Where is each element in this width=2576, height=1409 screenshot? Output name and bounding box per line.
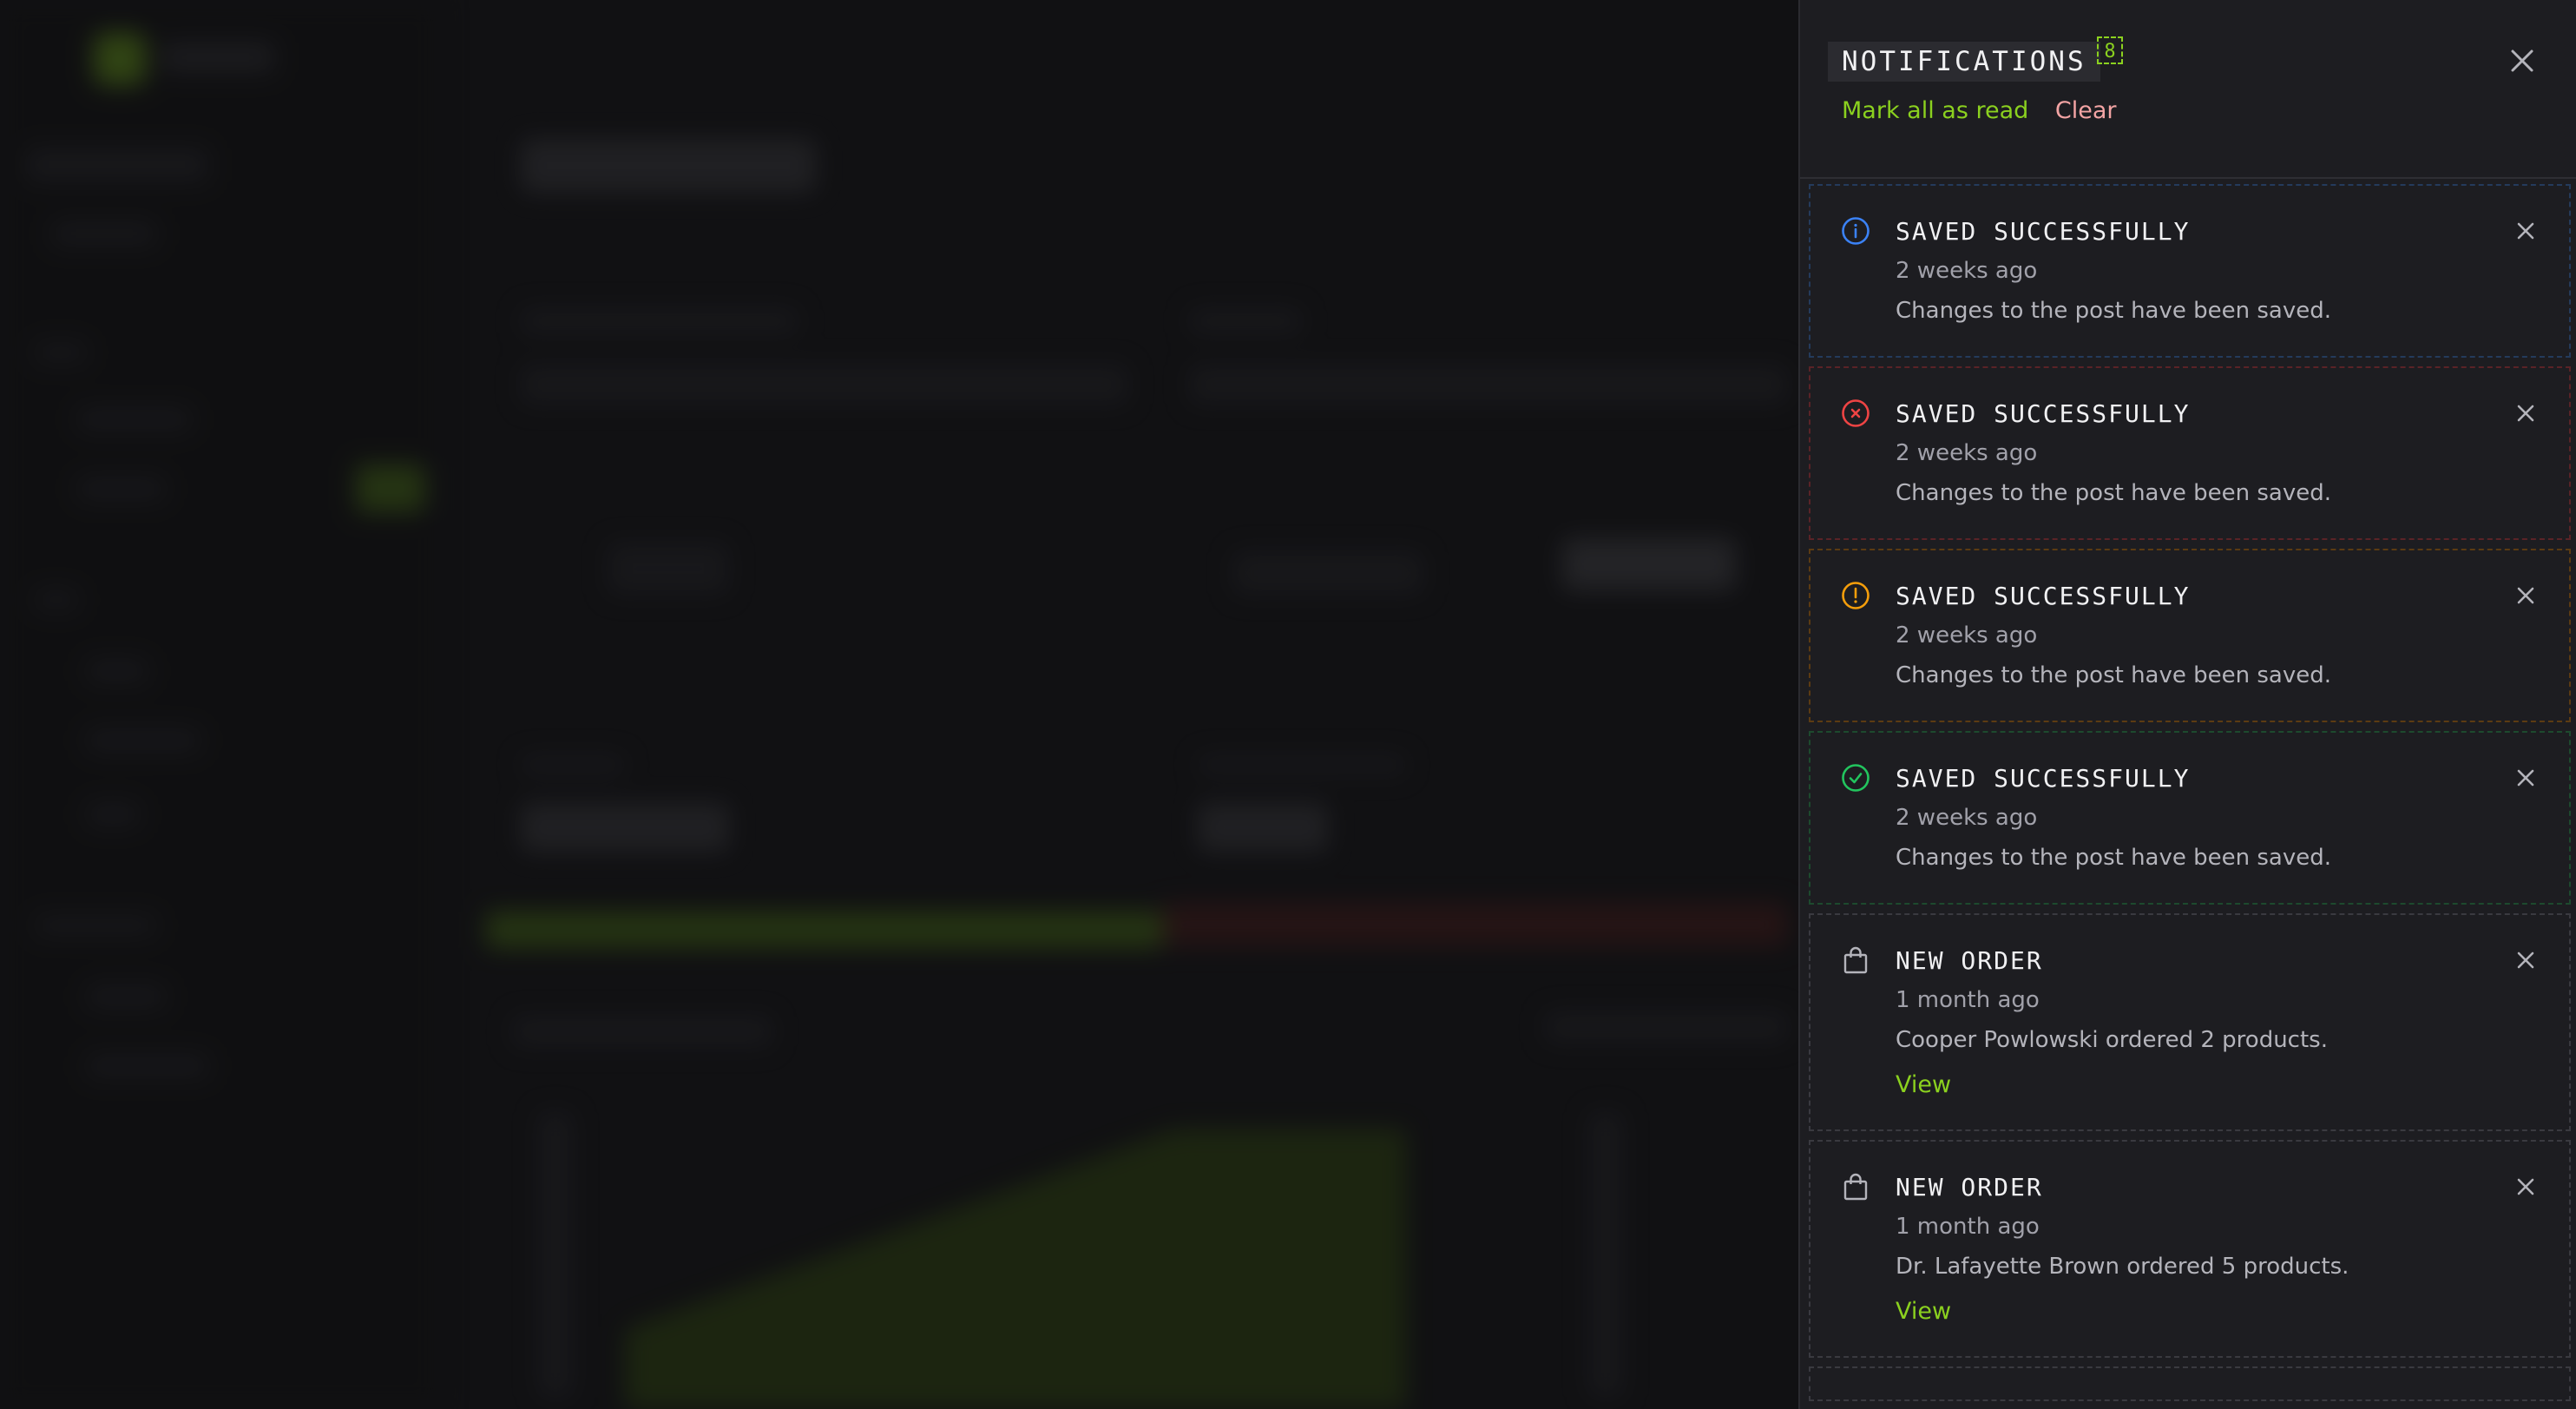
close-icon[interactable] <box>2514 948 2538 972</box>
notification-message: Changes to the post have been saved. <box>1896 480 2331 506</box>
view-order-link[interactable]: View <box>1896 1298 1951 1325</box>
close-panel-button[interactable] <box>2505 43 2540 78</box>
notification-item[interactable]: SAVED SUCCESSFULLY 2 weeks ago Changes t… <box>1809 366 2571 540</box>
modal-overlay[interactable] <box>0 0 1798 1409</box>
notification-time: 1 month ago <box>1896 987 2040 1013</box>
notification-title: NEW ORDER <box>1896 946 2043 975</box>
close-icon[interactable] <box>2514 766 2538 790</box>
close-icon[interactable] <box>2514 583 2538 608</box>
shopping-bag-icon <box>1843 1173 1868 1201</box>
check-circle-icon <box>1842 764 1870 792</box>
notification-time: 2 weeks ago <box>1896 440 2038 466</box>
notification-item[interactable]: NEW ORDER 1 month ago Dr. Lafayette Brow… <box>1809 1140 2571 1358</box>
notification-item[interactable]: NEW ORDER 1 month ago Cooper Powlowski o… <box>1809 913 2571 1131</box>
notification-title: SAVED SUCCESSFULLY <box>1896 764 2191 793</box>
close-icon <box>2511 49 2533 72</box>
notification-message: Dr. Lafayette Brown ordered 5 products. <box>1896 1254 2349 1280</box>
notification-list: SAVED SUCCESSFULLY 2 weeks ago Changes t… <box>1809 184 2571 1409</box>
close-icon[interactable] <box>2514 1175 2538 1199</box>
notification-time: 2 weeks ago <box>1896 622 2038 649</box>
notification-time: 2 weeks ago <box>1896 258 2038 284</box>
clear-button[interactable]: Clear <box>2055 97 2117 124</box>
notification-item[interactable]: SAVED SUCCESSFULLY 2 weeks ago Changes t… <box>1809 549 2571 722</box>
notification-message: Changes to the post have been saved. <box>1896 298 2331 324</box>
notification-title: SAVED SUCCESSFULLY <box>1896 399 2191 428</box>
notification-message: Changes to the post have been saved. <box>1896 662 2331 688</box>
shopping-bag-icon <box>1843 946 1868 974</box>
notification-time: 1 month ago <box>1896 1214 2040 1240</box>
notification-item[interactable] <box>1809 1366 2571 1401</box>
notification-message: Cooper Powlowski ordered 2 products. <box>1896 1027 2328 1053</box>
header-actions: Mark all as read Clear <box>1842 97 2117 124</box>
notification-title: NEW ORDER <box>1896 1173 2043 1202</box>
view-order-link[interactable]: View <box>1896 1071 1951 1098</box>
notification-item[interactable]: SAVED SUCCESSFULLY 2 weeks ago Changes t… <box>1809 731 2571 905</box>
notification-title: SAVED SUCCESSFULLY <box>1896 217 2191 246</box>
notifications-header: NOTIFICATIONS 8 Mark all as read Clear <box>1800 0 2576 179</box>
notification-message: Changes to the post have been saved. <box>1896 845 2331 871</box>
x-circle-icon <box>1842 399 1870 427</box>
notification-count-badge: 8 <box>2097 36 2123 64</box>
close-icon[interactable] <box>2514 401 2538 425</box>
notification-time: 2 weeks ago <box>1896 805 2038 831</box>
notification-item[interactable]: SAVED SUCCESSFULLY 2 weeks ago Changes t… <box>1809 184 2571 358</box>
panel-title: NOTIFICATIONS <box>1828 42 2100 82</box>
close-icon[interactable] <box>2514 219 2538 243</box>
notification-title: SAVED SUCCESSFULLY <box>1896 582 2191 610</box>
exclamation-circle-icon <box>1842 582 1870 609</box>
notifications-panel: NOTIFICATIONS 8 Mark all as read Clear S… <box>1798 0 2576 1409</box>
mark-all-read-button[interactable]: Mark all as read <box>1842 97 2028 124</box>
info-circle-icon <box>1842 217 1870 245</box>
